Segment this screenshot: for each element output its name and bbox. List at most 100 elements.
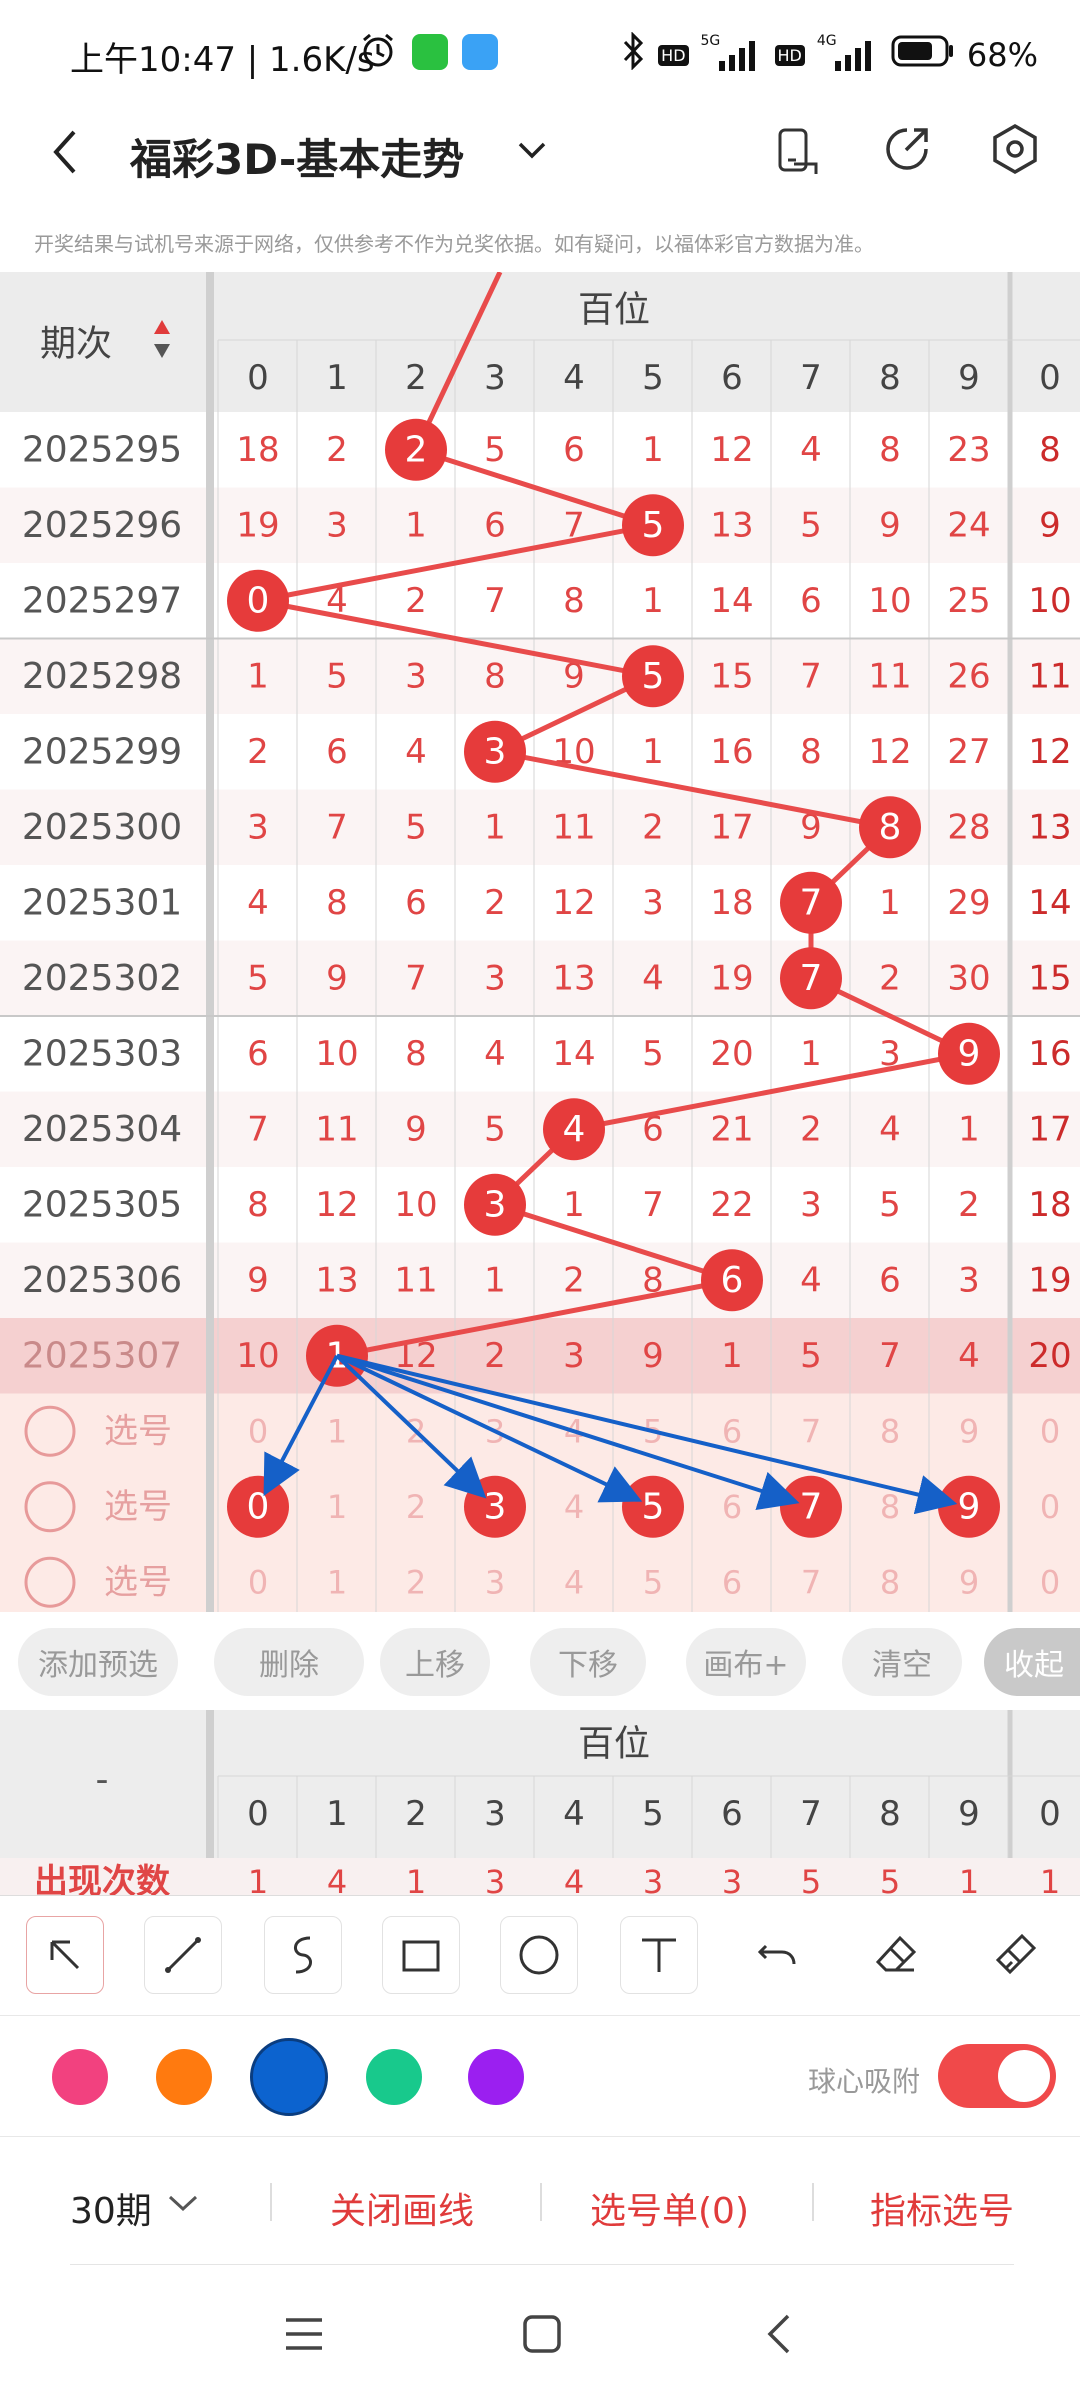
- back-icon[interactable]: [44, 122, 84, 186]
- select-cell[interactable]: 0: [1040, 1412, 1060, 1450]
- action-button-row: 添加预选 删除 上移 下移 画布+ 清空 收起: [0, 1622, 1080, 1702]
- eraser-tool-button[interactable]: [858, 1916, 936, 1994]
- action-button-2[interactable]: 上移: [380, 1628, 490, 1696]
- divider: [70, 2264, 1014, 2265]
- action-button-1[interactable]: 删除: [214, 1628, 364, 1696]
- select-cell[interactable]: 1: [327, 1488, 347, 1526]
- select-cell[interactable]: 7: [801, 1563, 821, 1601]
- color-swatch-3[interactable]: [366, 2049, 422, 2105]
- miss-count: 7: [326, 807, 348, 847]
- miss-count: 9: [247, 1260, 269, 1300]
- bluetooth-icon: [622, 31, 646, 78]
- text-tool-button[interactable]: [620, 1916, 698, 1994]
- summary-digit-header: 1: [326, 1794, 348, 1834]
- select-cell[interactable]: 9: [959, 1563, 979, 1601]
- color-swatch-2[interactable]: [250, 2038, 328, 2116]
- hit-number: 5: [642, 505, 665, 546]
- miss-count: 5: [405, 807, 427, 847]
- select-cell[interactable]: 1: [327, 1563, 347, 1601]
- select-cell[interactable]: 0: [248, 1412, 268, 1450]
- miss-count: 5: [484, 430, 506, 470]
- select-cell[interactable]: 9: [959, 1412, 979, 1450]
- clear-brush-tool-button[interactable]: [976, 1916, 1054, 1994]
- summary-count: 4: [564, 1863, 584, 1895]
- line-tool-button[interactable]: [144, 1916, 222, 1994]
- nav-back-icon[interactable]: [760, 2312, 800, 2360]
- color-swatch-1[interactable]: [156, 2049, 212, 2105]
- select-cell[interactable]: 4: [564, 1563, 584, 1601]
- miss-count: 4: [247, 883, 269, 923]
- select-cell[interactable]: 3: [485, 1563, 505, 1601]
- miss-count: 10: [394, 1185, 437, 1225]
- select-cell[interactable]: 5: [643, 1563, 663, 1601]
- action-button-4[interactable]: 画布+: [686, 1628, 806, 1696]
- color-swatch-4[interactable]: [468, 2049, 524, 2105]
- miss-count: 3: [405, 656, 427, 696]
- select-cell[interactable]: 2: [406, 1488, 426, 1526]
- summary-digit-header: 9: [958, 1794, 980, 1834]
- period-label: 2025303: [22, 1033, 182, 1074]
- selection-list-button[interactable]: 选号单(0): [590, 2182, 749, 2234]
- miss-count: 3: [958, 1260, 980, 1300]
- action-button-0[interactable]: 添加预选: [18, 1628, 178, 1696]
- miss-count: 22: [710, 1185, 753, 1225]
- select-cell[interactable]: 6: [722, 1563, 742, 1601]
- selected-number: 7: [800, 1486, 823, 1527]
- select-cell[interactable]: 0: [248, 1563, 268, 1601]
- summary-digit-header: 3: [484, 1794, 506, 1834]
- page-title[interactable]: 福彩3D-基本走势: [130, 126, 464, 187]
- snap-toggle[interactable]: [938, 2044, 1056, 2108]
- select-cell[interactable]: 6: [722, 1412, 742, 1450]
- alarm-icon: [358, 30, 398, 74]
- miss-count: 10: [315, 1034, 358, 1074]
- select-cell[interactable]: 8: [880, 1488, 900, 1526]
- select-cell[interactable]: 1: [327, 1412, 347, 1450]
- miss-count: 1: [800, 1034, 822, 1074]
- rectangle-tool-button[interactable]: [382, 1916, 460, 1994]
- hit-number: 3: [484, 731, 507, 772]
- close-lines-button[interactable]: 关闭画线: [330, 2182, 474, 2234]
- miss-count: 16: [710, 732, 753, 772]
- action-button-6[interactable]: 收起: [984, 1628, 1080, 1696]
- hit-number: 0: [247, 580, 270, 621]
- curve-tool-button[interactable]: [264, 1916, 342, 1994]
- digit-header: 5: [642, 358, 664, 398]
- select-cell[interactable]: 0: [1040, 1563, 1060, 1601]
- miss-count: 8: [563, 581, 585, 621]
- menu-icon[interactable]: [282, 2314, 326, 2358]
- miss-count: 27: [947, 732, 990, 772]
- action-button-5[interactable]: 清空: [842, 1628, 962, 1696]
- select-cell[interactable]: 4: [564, 1488, 584, 1526]
- indicator-select-button[interactable]: 指标选号: [870, 2182, 1014, 2234]
- miss-count: 8: [326, 883, 348, 923]
- chevron-down-icon[interactable]: [512, 130, 552, 174]
- period-selector[interactable]: 30期: [70, 2182, 152, 2234]
- circle-tool-button[interactable]: [500, 1916, 578, 1994]
- undo-tool-button[interactable]: [738, 1916, 816, 1994]
- select-cell[interactable]: 7: [801, 1412, 821, 1450]
- miss-count: 6: [326, 732, 348, 772]
- miss-count: 4: [879, 1109, 901, 1149]
- miss-count: 7: [879, 1336, 901, 1376]
- pointer-tool-button[interactable]: [26, 1916, 104, 1994]
- miss-count: 8: [879, 430, 901, 470]
- snap-label: 球心吸附: [808, 2065, 921, 2098]
- action-button-3[interactable]: 下移: [530, 1628, 646, 1696]
- settings-icon[interactable]: [988, 122, 1042, 180]
- draw-toolbar: [0, 1895, 1080, 2015]
- select-cell[interactable]: 0: [1040, 1488, 1060, 1526]
- miss-count: 18: [236, 430, 279, 470]
- home-icon[interactable]: [520, 2312, 564, 2360]
- color-swatch-0[interactable]: [52, 2049, 108, 2105]
- select-cell[interactable]: 2: [406, 1563, 426, 1601]
- select-cell[interactable]: 6: [722, 1488, 742, 1526]
- share-icon[interactable]: [880, 122, 934, 180]
- summary-grid: - 百位 0 1 2 3 4 5 6 7 8 9 0 出现次数 1 4 1 3 4 3 3 5 5 1 1: [0, 1710, 1080, 1902]
- summary-digit-header: 6: [721, 1794, 743, 1834]
- rotate-screen-icon[interactable]: [774, 124, 824, 182]
- summary-count: 5: [801, 1863, 821, 1895]
- select-cell[interactable]: 8: [880, 1412, 900, 1450]
- summary-digit-header: 7: [800, 1794, 822, 1834]
- select-cell[interactable]: 8: [880, 1563, 900, 1601]
- miss-count: 18: [1028, 1185, 1071, 1225]
